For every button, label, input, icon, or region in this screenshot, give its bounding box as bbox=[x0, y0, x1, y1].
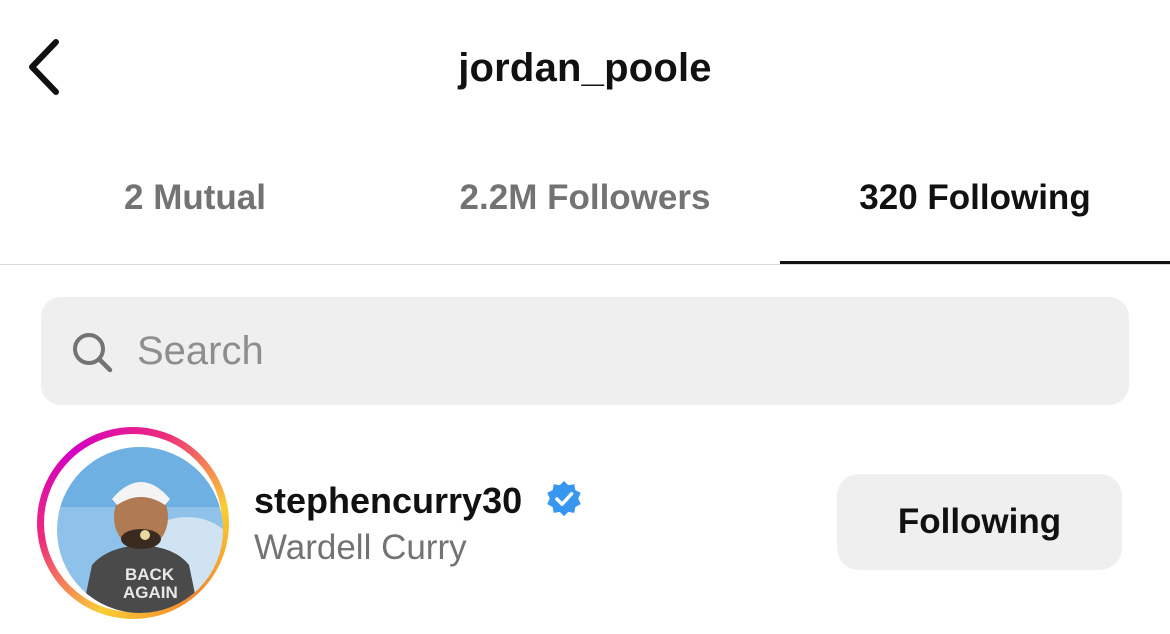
top-bar: jordan_poole bbox=[0, 0, 1170, 140]
tab-bar: 2 Mutual 2.2M Followers 320 Following bbox=[0, 160, 1170, 265]
tab-mutual[interactable]: 2 Mutual bbox=[0, 178, 390, 218]
search-bar[interactable] bbox=[41, 297, 1129, 405]
following-button[interactable]: Following bbox=[837, 474, 1122, 570]
page-title: jordan_poole bbox=[458, 46, 712, 90]
search-icon bbox=[73, 333, 113, 373]
full-name: Wardell Curry bbox=[254, 528, 467, 567]
svg-text:BACK: BACK bbox=[125, 565, 175, 584]
list-item[interactable]: BACK AGAIN stephencurry30 Wardell Curry … bbox=[0, 420, 1170, 634]
active-tab-indicator bbox=[780, 261, 1170, 264]
svg-text:AGAIN: AGAIN bbox=[123, 583, 178, 602]
story-ring[interactable]: BACK AGAIN bbox=[37, 427, 229, 619]
avatar-image: BACK AGAIN bbox=[57, 447, 223, 613]
tab-followers[interactable]: 2.2M Followers bbox=[390, 178, 780, 218]
avatar: BACK AGAIN bbox=[57, 447, 223, 613]
search-input[interactable] bbox=[137, 315, 1097, 387]
verified-badge-icon bbox=[547, 480, 581, 517]
username[interactable]: stephencurry30 bbox=[254, 480, 522, 522]
tab-following[interactable]: 320 Following bbox=[780, 178, 1170, 218]
